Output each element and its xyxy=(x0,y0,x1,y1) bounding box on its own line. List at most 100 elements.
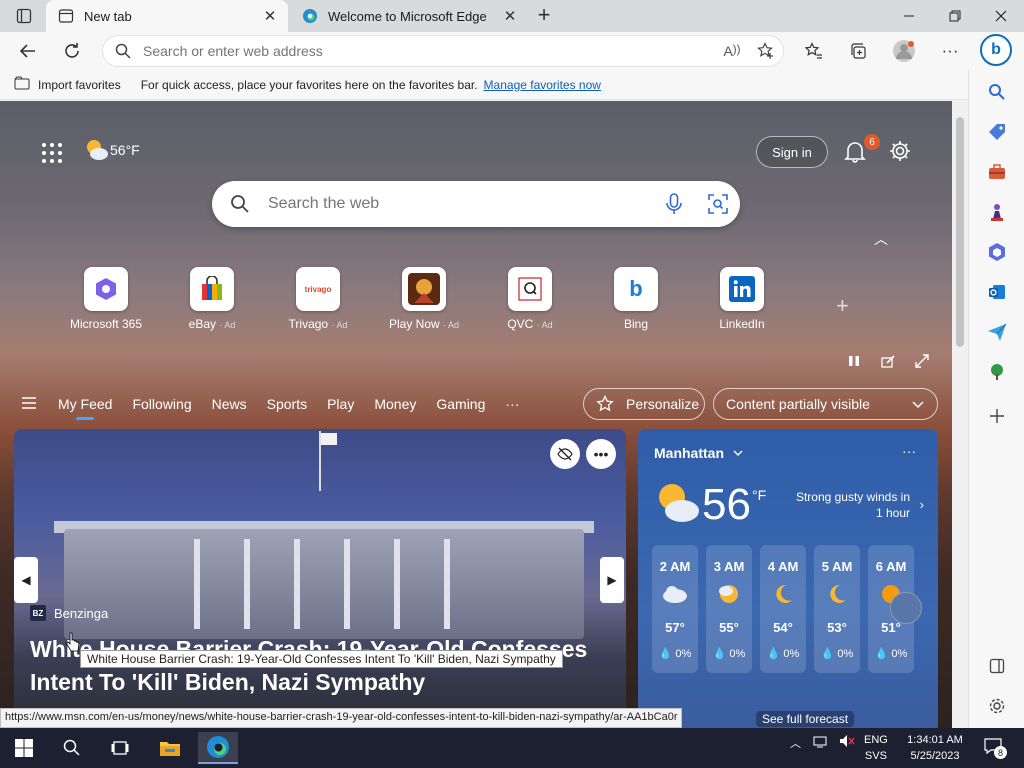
page-scrollbar[interactable] xyxy=(952,101,968,733)
quick-link-linkedin[interactable]: LinkedIn xyxy=(697,267,787,331)
story-more-button[interactable]: ••• xyxy=(586,439,616,469)
hour-forecast-item[interactable]: 2 AM 57° 💧 0% xyxy=(652,545,698,673)
menu-icon[interactable] xyxy=(22,396,38,412)
back-button[interactable] xyxy=(14,37,42,65)
refresh-button[interactable] xyxy=(58,37,86,65)
close-window-button[interactable] xyxy=(978,0,1024,32)
sidebar-search-button[interactable] xyxy=(985,80,1009,104)
sidebar-settings-button[interactable] xyxy=(985,694,1009,718)
address-input[interactable] xyxy=(143,43,715,59)
hero-article-card[interactable]: ••• ◀ ▶ BZ Benzinga White House Barrier … xyxy=(14,429,626,733)
restore-button[interactable] xyxy=(932,0,978,32)
sidebar-add-button[interactable] xyxy=(985,404,1009,428)
quick-link-qvc[interactable]: QVC · Ad xyxy=(485,267,575,331)
tab-news[interactable]: News xyxy=(212,396,247,412)
weather-location-selector[interactable]: Manhattan xyxy=(654,445,744,461)
weather-mini-widget[interactable]: 56°F xyxy=(84,138,140,162)
quick-link-microsoft-365[interactable]: Microsoft 365 xyxy=(61,267,151,331)
add-favorite-icon[interactable] xyxy=(749,42,783,60)
minimize-icon xyxy=(904,15,914,17)
more-tabs-button[interactable]: ··· xyxy=(505,396,519,412)
expand-background-button[interactable] xyxy=(912,351,932,371)
full-forecast-link[interactable]: See full forecast xyxy=(756,711,855,727)
taskbar-search-button[interactable] xyxy=(52,732,92,764)
tab-my-feed[interactable]: My Feed xyxy=(58,396,112,420)
minimize-button[interactable] xyxy=(886,0,932,32)
edge-taskbar-button[interactable] xyxy=(198,732,238,764)
weather-alert[interactable]: Strong gusty winds in 1 hour xyxy=(786,489,910,521)
personalize-button[interactable]: Personalize xyxy=(583,388,705,420)
sidebar-outlook-button[interactable] xyxy=(985,280,1009,304)
quick-link-bing[interactable]: b Bing xyxy=(591,267,681,331)
file-explorer-button[interactable] xyxy=(150,732,190,764)
scrollbar-thumb[interactable] xyxy=(956,117,964,347)
moon-icon xyxy=(760,578,806,610)
close-tab-icon[interactable]: ✕ xyxy=(502,8,518,25)
chevron-right-icon[interactable]: › xyxy=(920,497,924,512)
tab-new-tab[interactable]: New tab ✕ xyxy=(46,0,288,32)
weather-more-button[interactable]: ··· xyxy=(902,443,916,459)
edit-background-button[interactable] xyxy=(878,351,898,371)
sidebar-tree-button[interactable] xyxy=(985,360,1009,384)
new-tab-button[interactable]: + xyxy=(532,4,556,28)
feedback-fab-button[interactable] xyxy=(890,592,922,624)
quick-link-play-now[interactable]: Play Now · Ad xyxy=(379,267,469,331)
flag-image xyxy=(319,431,337,491)
tab-title: New tab xyxy=(84,8,132,24)
settings-more-button[interactable]: ··· xyxy=(936,37,964,65)
hour-forecast-item[interactable]: 4 AM 54° 💧 0% xyxy=(760,545,806,673)
microsoft-365-icon xyxy=(989,243,1005,261)
bing-copilot-button[interactable]: b xyxy=(980,34,1012,66)
collections-button[interactable] xyxy=(844,37,872,65)
import-favorites-button[interactable]: Import favorites xyxy=(14,76,121,93)
content-visibility-dropdown[interactable]: Content partially visible xyxy=(713,388,938,420)
hour-forecast-item[interactable]: 3 AM 55° 💧 0% xyxy=(706,545,752,673)
previous-story-button[interactable]: ◀ xyxy=(14,557,38,603)
weather-card[interactable]: Manhattan ··· 56 °F Strong gusty winds i… xyxy=(638,429,938,733)
tab-sports[interactable]: Sports xyxy=(267,396,307,412)
profile-button[interactable] xyxy=(890,37,918,65)
sidebar-send-button[interactable] xyxy=(985,320,1009,344)
read-aloud-icon[interactable]: A)) xyxy=(715,43,749,59)
next-story-button[interactable]: ▶ xyxy=(600,557,624,603)
page-settings-button[interactable] xyxy=(888,139,914,165)
tab-following[interactable]: Following xyxy=(132,396,191,412)
input-language-button[interactable]: ENG SVS xyxy=(864,732,888,764)
precip-value: 0% xyxy=(675,648,692,660)
tab-play[interactable]: Play xyxy=(327,396,354,412)
start-button[interactable] xyxy=(4,732,44,764)
quick-link-ebay[interactable]: eBay · Ad xyxy=(167,267,257,331)
hide-story-button[interactable] xyxy=(550,439,580,469)
visual-search-icon[interactable] xyxy=(696,194,740,214)
sign-in-button[interactable]: Sign in xyxy=(756,136,828,168)
volume-muted-icon[interactable] xyxy=(839,734,855,751)
app-launcher-button[interactable] xyxy=(40,141,64,165)
hour-forecast-item[interactable]: 5 AM 53° 💧 0% xyxy=(814,545,860,673)
tab-money[interactable]: Money xyxy=(374,396,416,412)
bing-logo-icon: b xyxy=(614,267,658,311)
show-hidden-icons-chevron-icon[interactable]: ︿ xyxy=(790,735,801,751)
sidebar-tools-button[interactable] xyxy=(985,160,1009,184)
action-center-button[interactable]: 8 xyxy=(984,738,1007,759)
web-search-input[interactable] xyxy=(268,195,652,213)
tab-welcome[interactable]: Welcome to Microsoft Edge ✕ xyxy=(290,0,528,32)
collapse-chevron-icon[interactable]: ︿ xyxy=(874,229,888,249)
web-search-box[interactable] xyxy=(212,181,740,227)
task-view-button[interactable] xyxy=(100,732,140,764)
quick-link-trivago[interactable]: trivago Trivago · Ad xyxy=(273,267,363,331)
favorites-button[interactable] xyxy=(800,37,828,65)
close-tab-icon[interactable]: ✕ xyxy=(262,8,278,25)
manage-favorites-link[interactable]: Manage favorites now xyxy=(484,78,601,92)
network-icon[interactable] xyxy=(813,734,829,751)
tab-gaming[interactable]: Gaming xyxy=(436,396,485,412)
taskbar-clock[interactable]: 1:34:01 AM 5/25/2023 xyxy=(900,732,970,764)
sidebar-hide-button[interactable] xyxy=(985,654,1009,678)
add-quick-link-button[interactable]: + xyxy=(836,293,849,319)
pause-background-button[interactable] xyxy=(844,351,864,371)
voice-search-icon[interactable] xyxy=(652,193,696,215)
sidebar-games-button[interactable] xyxy=(985,200,1009,224)
sidebar-m365-button[interactable] xyxy=(985,240,1009,264)
address-bar[interactable]: A)) xyxy=(102,35,784,67)
tab-actions-button[interactable] xyxy=(8,5,40,27)
sidebar-shopping-button[interactable] xyxy=(985,120,1009,144)
